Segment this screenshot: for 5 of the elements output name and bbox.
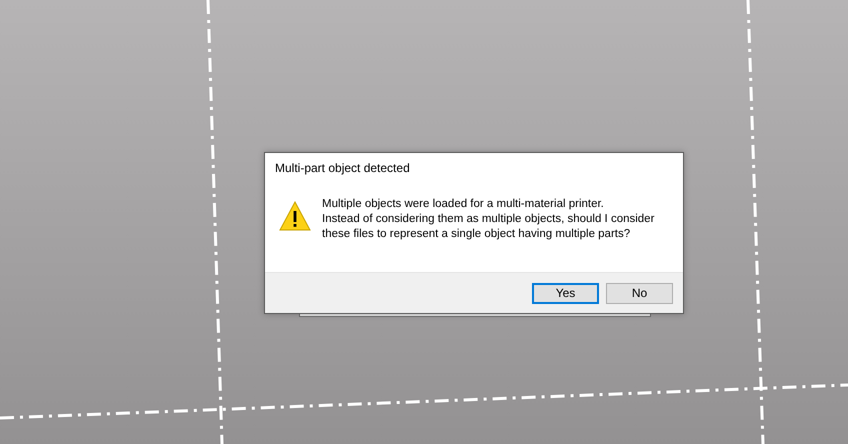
dialog-button[interactable]: Yes xyxy=(532,282,599,304)
dialog-button[interactable]: No xyxy=(606,282,673,304)
dialog-title: Multi-part object detected xyxy=(274,160,411,177)
dialog-message: Multiple objects were loaded for a multi-material printer. Instead of considering them as multiple objects, should I consider these files to represent a single object having multiple parts? xyxy=(322,197,654,242)
warning-icon xyxy=(279,201,311,231)
